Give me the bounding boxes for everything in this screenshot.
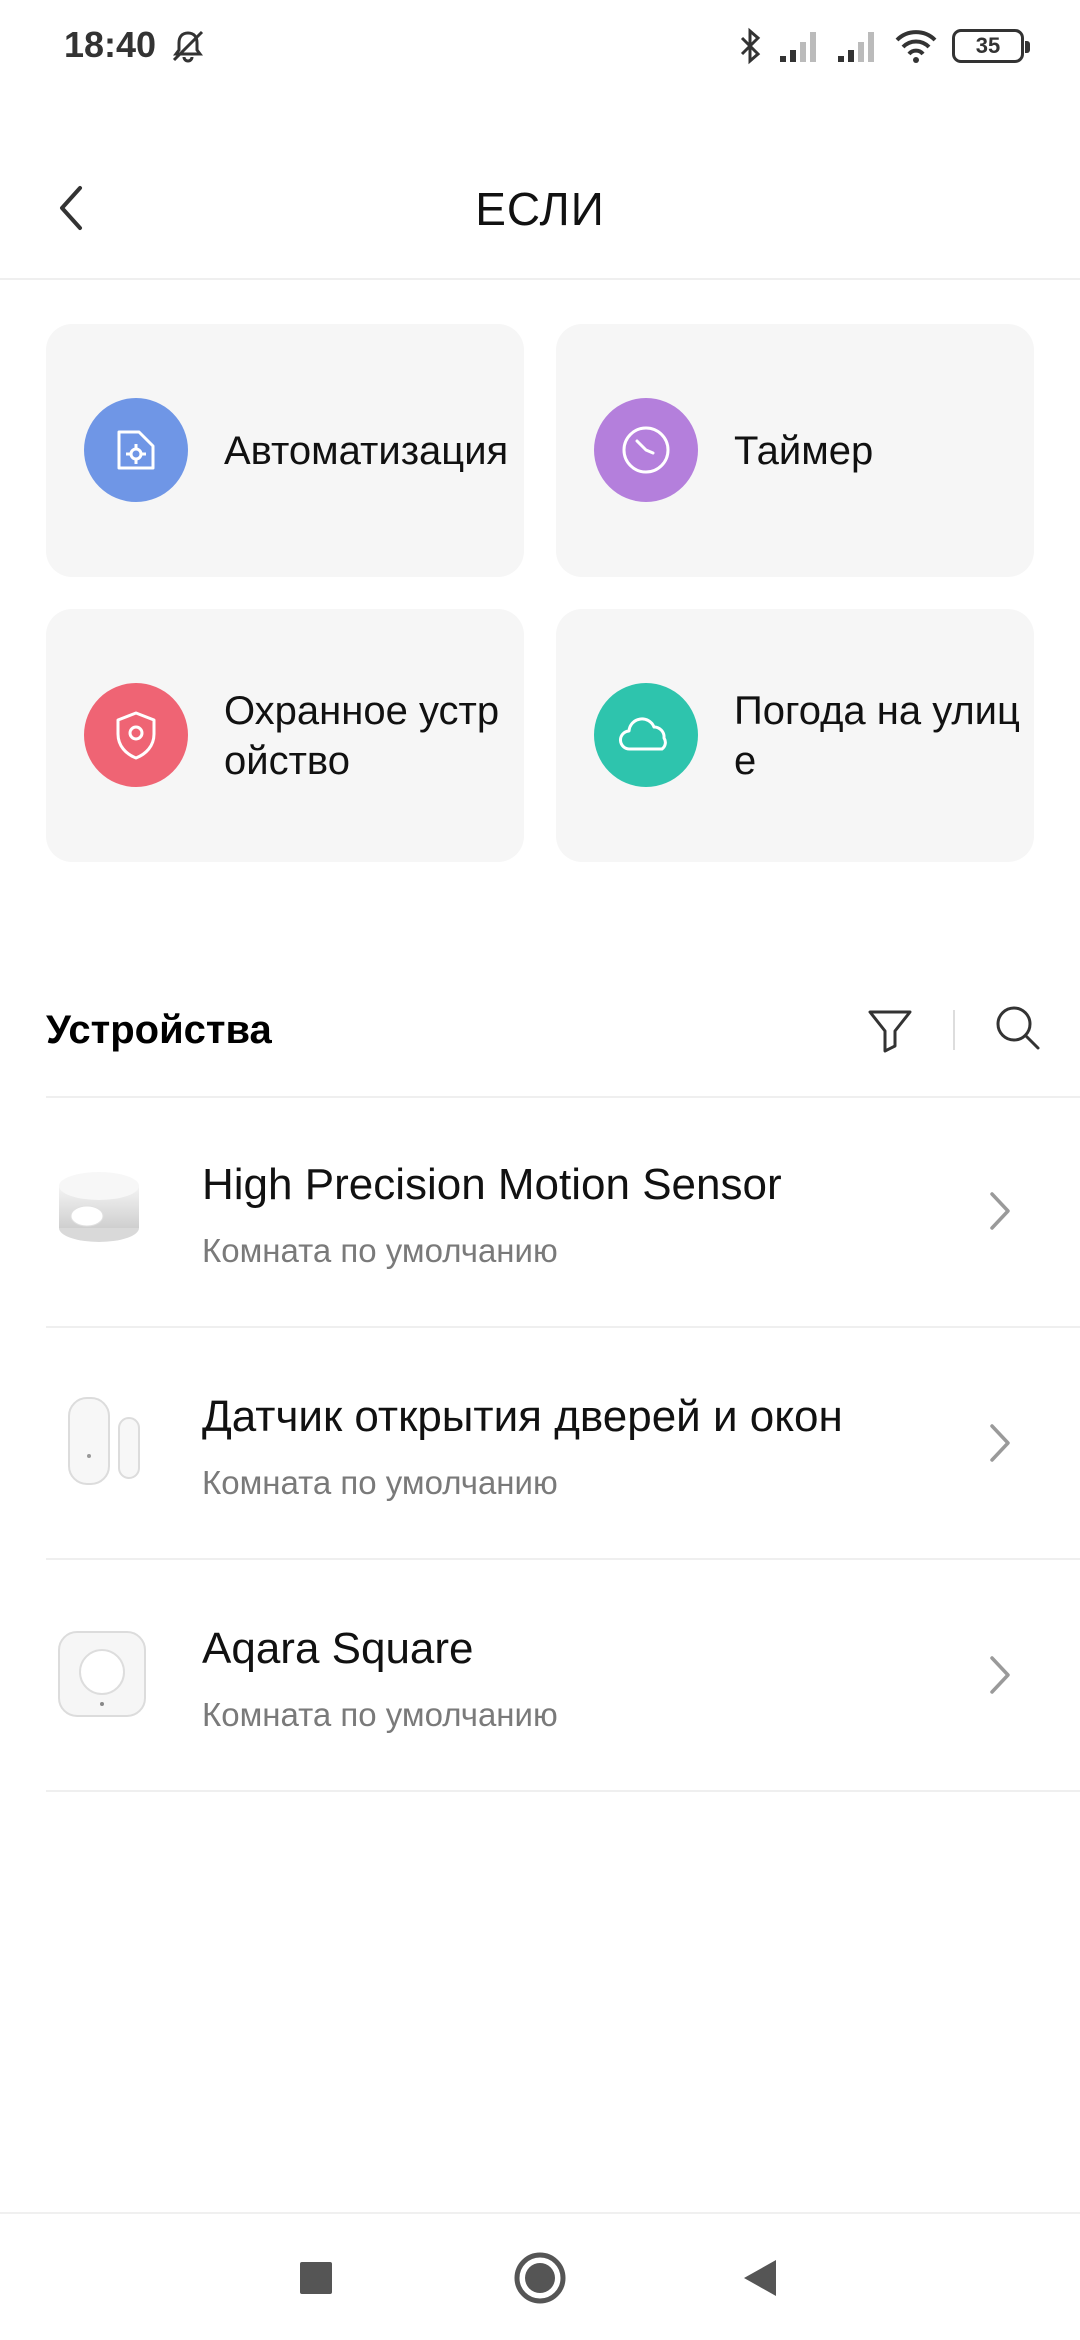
- page-title: ЕСЛИ: [475, 183, 605, 235]
- card-label: Погода на улице: [734, 688, 1020, 783]
- section-title: Устройства: [46, 1008, 272, 1052]
- status-bar: 18:40 35: [0, 0, 1080, 96]
- signal-icon: [780, 32, 816, 62]
- device-room: Комната по умолчанию: [202, 1464, 558, 1501]
- chevron-right-icon: [990, 1192, 1010, 1230]
- wifi-icon: [895, 30, 937, 63]
- chevron-right-icon: [990, 1424, 1010, 1462]
- device-name: Aqara Square: [202, 1624, 474, 1673]
- home-button[interactable]: [504, 2242, 576, 2314]
- device-row[interactable]: Aqara Square Комната по умолчанию: [46, 1562, 1080, 1792]
- automation-icon: [84, 398, 188, 502]
- divider: [953, 1010, 955, 1050]
- card-timer[interactable]: Таймер: [556, 324, 1034, 577]
- battery-icon: 35: [952, 29, 1030, 63]
- motion-sensor-icon: [46, 1153, 156, 1263]
- device-room: Комната по умолчанию: [202, 1696, 558, 1733]
- device-name: Датчик открытия дверей и окон: [202, 1392, 843, 1441]
- card-label: Автоматизация: [224, 428, 509, 473]
- bluetooth-icon: [740, 27, 761, 65]
- status-icons: 35: [736, 26, 1030, 66]
- card-label: Охранное устройство: [224, 688, 500, 783]
- cloud-icon: [594, 683, 698, 787]
- door-sensor-icon: [46, 1385, 156, 1495]
- recents-button[interactable]: [280, 2242, 352, 2314]
- alarm-off-icon: [172, 30, 204, 63]
- recents-icon: [300, 2262, 332, 2294]
- battery-level: 35: [975, 33, 1001, 58]
- navigation-bar: [0, 2212, 1080, 2340]
- home-icon: [514, 2252, 566, 2304]
- clock-icon: [594, 398, 698, 502]
- header: ЕСЛИ: [0, 140, 1080, 280]
- square-button-icon: [46, 1617, 156, 1727]
- device-row[interactable]: High Precision Motion Sensor Комната по …: [46, 1098, 1080, 1328]
- card-automation[interactable]: Автоматизация: [46, 324, 524, 577]
- device-row[interactable]: Датчик открытия дверей и окон Комната по…: [46, 1330, 1080, 1560]
- device-room: Комната по умолчанию: [202, 1232, 558, 1269]
- card-weather[interactable]: Погода на улице: [556, 609, 1034, 862]
- card-security[interactable]: Охранное устройство: [46, 609, 524, 862]
- device-name: High Precision Motion Sensor: [202, 1160, 782, 1209]
- status-time: 18:40: [64, 24, 157, 65]
- chevron-right-icon: [990, 1656, 1010, 1694]
- card-label: Таймер: [734, 428, 874, 473]
- search-icon[interactable]: [990, 1000, 1046, 1056]
- signal-icon: [838, 32, 874, 62]
- system-back-button[interactable]: [724, 2242, 796, 2314]
- shield-icon: [84, 683, 188, 787]
- back-icon: [744, 2260, 776, 2296]
- filter-icon[interactable]: [862, 1002, 918, 1058]
